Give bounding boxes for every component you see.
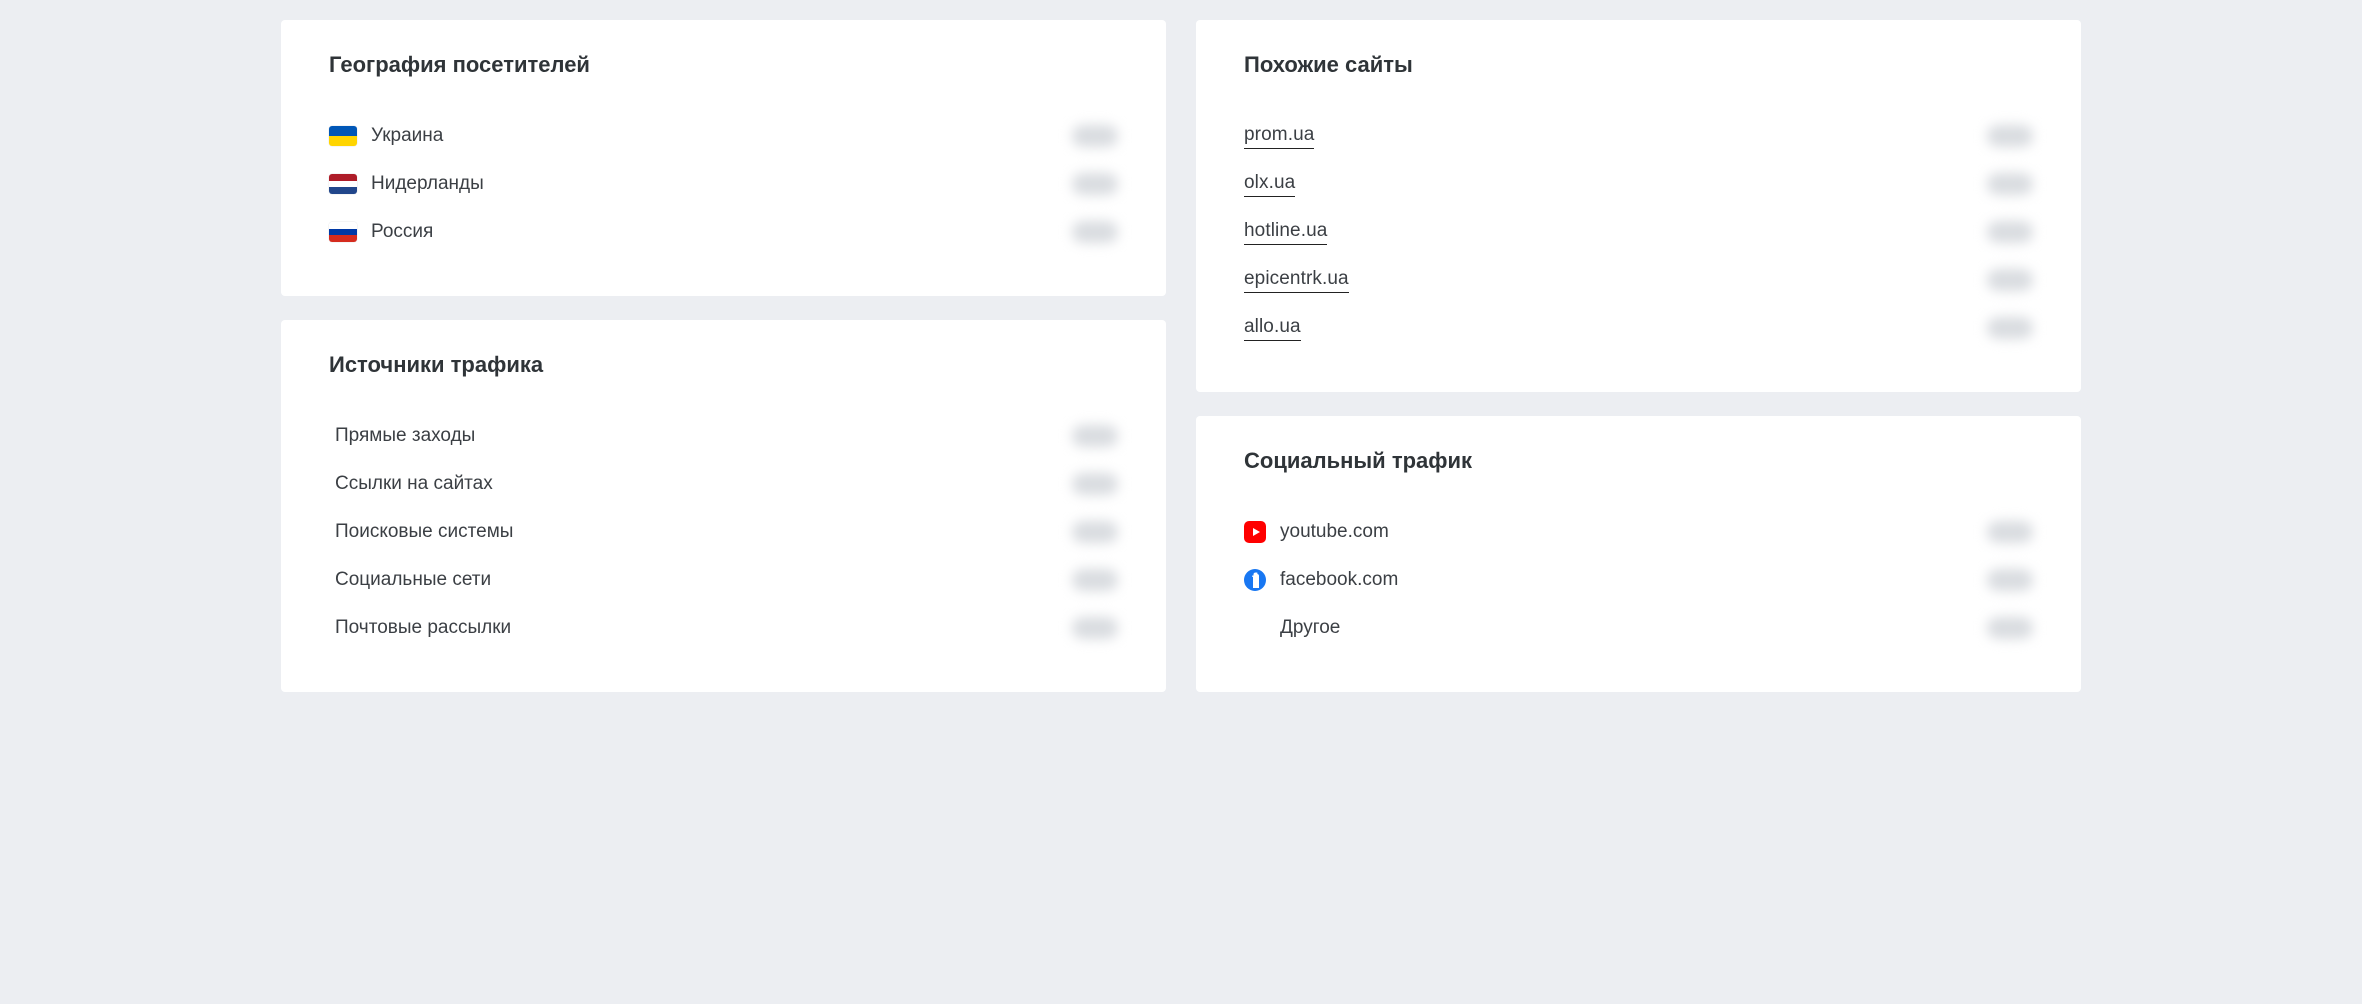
social-label: Другое (1280, 617, 1340, 639)
geography-row: Украина (329, 112, 1118, 160)
traffic-source-row: Социальные сети (329, 556, 1118, 604)
blurred-value (1072, 617, 1118, 639)
traffic-source-row: Прямые заходы (329, 412, 1118, 460)
social-label: facebook.com (1280, 569, 1398, 591)
social-row: f facebook.com (1244, 556, 2033, 604)
geography-row: Россия (329, 208, 1118, 256)
similar-sites-card: Похожие сайты prom.ua olx.ua hotline.ua … (1196, 20, 2081, 392)
country-label: Нидерланды (371, 173, 484, 195)
blurred-value (1987, 569, 2033, 591)
geography-row: Нидерланды (329, 160, 1118, 208)
blurred-value (1072, 473, 1118, 495)
traffic-source-label: Поисковые системы (335, 521, 513, 543)
youtube-icon (1244, 521, 1266, 543)
geography-title: География посетителей (329, 52, 1118, 78)
similar-site-row: epicentrk.ua (1244, 256, 2033, 304)
similar-site-row: olx.ua (1244, 160, 2033, 208)
facebook-icon: f (1244, 569, 1266, 591)
empty-icon (1244, 617, 1266, 639)
traffic-sources-card: Источники трафика Прямые заходы Ссылки н… (281, 320, 1166, 692)
traffic-source-row: Ссылки на сайтах (329, 460, 1118, 508)
social-row: youtube.com (1244, 508, 2033, 556)
traffic-source-row: Почтовые рассылки (329, 604, 1118, 652)
blurred-value (1072, 221, 1118, 243)
blurred-value (1987, 221, 2033, 243)
social-traffic-card: Социальный трафик youtube.com f facebook… (1196, 416, 2081, 692)
right-column: Похожие сайты prom.ua olx.ua hotline.ua … (1196, 20, 2081, 692)
similar-site-link[interactable]: olx.ua (1244, 172, 1295, 197)
traffic-source-row: Поисковые системы (329, 508, 1118, 556)
dashboard-grid: География посетителей Украина Нидерланды (281, 20, 2081, 692)
traffic-source-label: Ссылки на сайтах (335, 473, 493, 495)
country-label: Россия (371, 221, 433, 243)
blurred-value (1987, 521, 2033, 543)
blurred-value (1072, 173, 1118, 195)
similar-site-row: allo.ua (1244, 304, 2033, 352)
social-label: youtube.com (1280, 521, 1389, 543)
social-item: youtube.com (1244, 521, 1389, 543)
blurred-value (1072, 569, 1118, 591)
blurred-value (1072, 125, 1118, 147)
blurred-value (1072, 521, 1118, 543)
country-label: Украина (371, 125, 443, 147)
traffic-source-label: Социальные сети (335, 569, 491, 591)
social-row: Другое (1244, 604, 2033, 652)
similar-sites-title: Похожие сайты (1244, 52, 2033, 78)
blurred-value (1072, 425, 1118, 447)
country-item: Украина (329, 125, 443, 147)
traffic-source-label: Почтовые рассылки (335, 617, 511, 639)
similar-site-link[interactable]: epicentrk.ua (1244, 268, 1349, 293)
flag-netherlands-icon (329, 174, 357, 194)
country-item: Нидерланды (329, 173, 484, 195)
flag-ukraine-icon (329, 126, 357, 146)
blurred-value (1987, 269, 2033, 291)
left-column: География посетителей Украина Нидерланды (281, 20, 1166, 692)
country-item: Россия (329, 221, 433, 243)
blurred-value (1987, 173, 2033, 195)
similar-site-link[interactable]: prom.ua (1244, 124, 1314, 149)
flag-russia-icon (329, 222, 357, 242)
traffic-sources-title: Источники трафика (329, 352, 1118, 378)
blurred-value (1987, 125, 2033, 147)
traffic-source-label: Прямые заходы (335, 425, 475, 447)
geography-card: География посетителей Украина Нидерланды (281, 20, 1166, 296)
social-traffic-title: Социальный трафик (1244, 448, 2033, 474)
similar-site-row: hotline.ua (1244, 208, 2033, 256)
social-item: Другое (1244, 617, 1340, 639)
blurred-value (1987, 317, 2033, 339)
blurred-value (1987, 617, 2033, 639)
similar-site-link[interactable]: allo.ua (1244, 316, 1301, 341)
similar-site-link[interactable]: hotline.ua (1244, 220, 1327, 245)
social-item: f facebook.com (1244, 569, 1398, 591)
similar-site-row: prom.ua (1244, 112, 2033, 160)
